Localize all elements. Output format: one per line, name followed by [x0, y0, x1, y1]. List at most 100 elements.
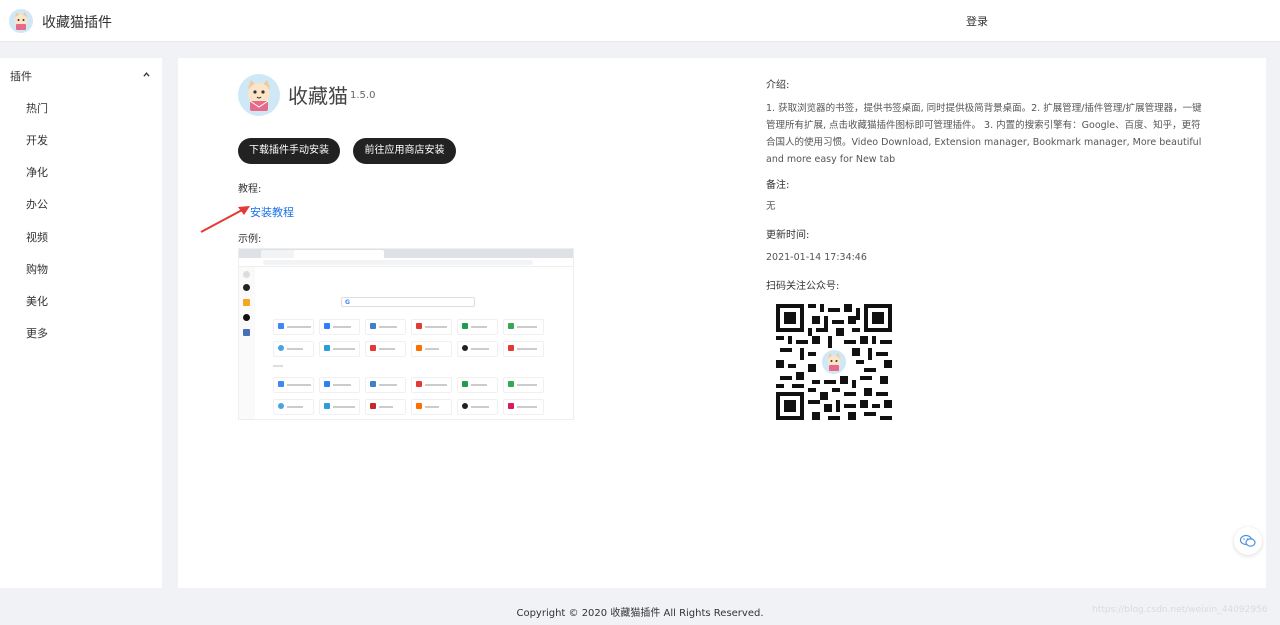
sidebar-item-hot[interactable]: 热门 — [26, 100, 48, 116]
preview-tile-icon — [324, 323, 330, 329]
preview-section-marker — [273, 365, 283, 367]
preview-tile-icon — [278, 403, 284, 409]
preview-tile-icon — [324, 403, 330, 409]
preview-tile-row — [273, 377, 544, 393]
main-panel: 收藏猫 1.5.0 下载插件手动安装 前往应用商店安装 教程: 安装教程 示例:… — [178, 58, 1266, 588]
preview-tile-icon — [462, 381, 468, 387]
updated-value: 2021-01-14 17:34:46 — [766, 252, 867, 263]
plugin-avatar-icon — [238, 74, 280, 116]
preview-tile-text — [425, 348, 439, 350]
sidebar-item-shopping[interactable]: 购物 — [26, 261, 48, 277]
preview-tile — [365, 319, 406, 335]
preview-tile-icon — [370, 345, 376, 351]
wechat-qr-code — [776, 304, 892, 420]
preview-tile — [411, 399, 452, 415]
preview-tile-icon — [508, 323, 514, 329]
sidebar-group-label: 插件 — [10, 70, 32, 83]
preview-tile-icon — [370, 323, 376, 329]
preview-tile — [503, 377, 544, 393]
preview-tile-text — [517, 384, 537, 386]
preview-tile-row — [273, 399, 544, 415]
preview-tile — [273, 399, 314, 415]
preview-side-dot — [243, 271, 250, 278]
preview-tile-icon — [508, 403, 514, 409]
preview-tile — [319, 319, 360, 335]
preview-search-box: G — [341, 297, 475, 307]
preview-tile-icon — [370, 381, 376, 387]
preview-tile — [457, 377, 498, 393]
preview-tile — [365, 341, 406, 357]
intro-text: 1. 获取浏览器的书签，提供书签桌面, 同时提供极简背景桌面。2. 扩展管理/插… — [766, 103, 1202, 165]
preview-tile — [319, 399, 360, 415]
preview-tile-icon — [278, 345, 284, 351]
preview-tile-text — [287, 406, 303, 408]
sidebar-item-more[interactable]: 更多 — [26, 325, 48, 341]
plugin-version: 1.5.0 — [350, 90, 376, 101]
example-screenshot: G — [238, 248, 574, 420]
footer-copyright: Copyright © 2020 收藏猫插件 All Rights Reserv… — [516, 608, 764, 619]
preview-tile-text — [425, 384, 447, 386]
preview-tile — [503, 399, 544, 415]
note-title: 备注: — [766, 180, 790, 191]
preview-tile-icon — [462, 345, 468, 351]
preview-tile — [273, 319, 314, 335]
preview-tile-text — [517, 326, 537, 328]
preview-tile-icon — [462, 403, 468, 409]
preview-tile-icon — [416, 345, 422, 351]
preview-tile-text — [471, 348, 489, 350]
preview-side-dot — [243, 284, 250, 291]
preview-tile-icon — [462, 323, 468, 329]
sidebar-item-beautify[interactable]: 美化 — [26, 293, 48, 309]
preview-tile-text — [333, 384, 351, 386]
preview-tile-text — [379, 384, 397, 386]
preview-tile-icon — [324, 381, 330, 387]
install-tutorial-link[interactable]: 安装教程 — [250, 204, 294, 220]
preview-tile-text — [379, 348, 395, 350]
preview-tile-icon — [416, 323, 422, 329]
preview-tile-icon — [324, 345, 330, 351]
app-store-button[interactable]: 前往应用商店安装 — [353, 138, 456, 164]
sidebar-group-plugins[interactable]: 插件 — [10, 68, 152, 84]
sidebar-item-office[interactable]: 办公 — [26, 196, 48, 212]
preview-tile-row — [273, 341, 544, 357]
preview-tile — [365, 399, 406, 415]
preview-tile — [503, 341, 544, 357]
sidebar-item-dev[interactable]: 开发 — [26, 132, 48, 148]
preview-tile-text — [471, 384, 487, 386]
wechat-chat-button[interactable] — [1234, 527, 1262, 555]
preview-tile-text — [517, 348, 537, 350]
sidebar-item-clean[interactable]: 净化 — [26, 164, 48, 180]
preview-tile-text — [287, 384, 311, 386]
login-link[interactable]: 登录 — [966, 13, 988, 29]
preview-tile — [457, 319, 498, 335]
preview-tile-text — [471, 326, 487, 328]
preview-tile-text — [471, 406, 489, 408]
sidebar-item-video[interactable]: 视频 — [26, 229, 48, 245]
download-plugin-button[interactable]: 下载插件手动安装 — [238, 138, 340, 164]
wechat-chat-icon — [1239, 534, 1256, 547]
preview-tile-text — [287, 326, 311, 328]
preview-tile — [273, 341, 314, 357]
preview-tile-icon — [508, 381, 514, 387]
preview-side-dot — [243, 299, 250, 306]
qr-center-logo-icon — [820, 348, 848, 376]
preview-tile-icon — [508, 345, 514, 351]
preview-tile-text — [517, 406, 537, 408]
preview-tile-text — [425, 406, 439, 408]
qr-title: 扫码关注公众号: — [766, 281, 840, 292]
example-label: 示例: — [238, 234, 262, 245]
preview-tile — [457, 341, 498, 357]
brand-title[interactable]: 收藏猫插件 — [42, 12, 112, 32]
cat-logo-icon[interactable] — [9, 9, 33, 33]
updated-title: 更新时间: — [766, 230, 810, 241]
preview-tile-text — [333, 326, 351, 328]
preview-tile-text — [425, 326, 447, 328]
preview-url-field — [263, 260, 533, 265]
preview-tile — [319, 341, 360, 357]
preview-tile-icon — [416, 381, 422, 387]
preview-tile-text — [379, 406, 393, 408]
note-value: 无 — [766, 201, 776, 212]
preview-tile-icon — [370, 403, 376, 409]
preview-tile-icon — [278, 381, 284, 387]
preview-tile — [365, 377, 406, 393]
